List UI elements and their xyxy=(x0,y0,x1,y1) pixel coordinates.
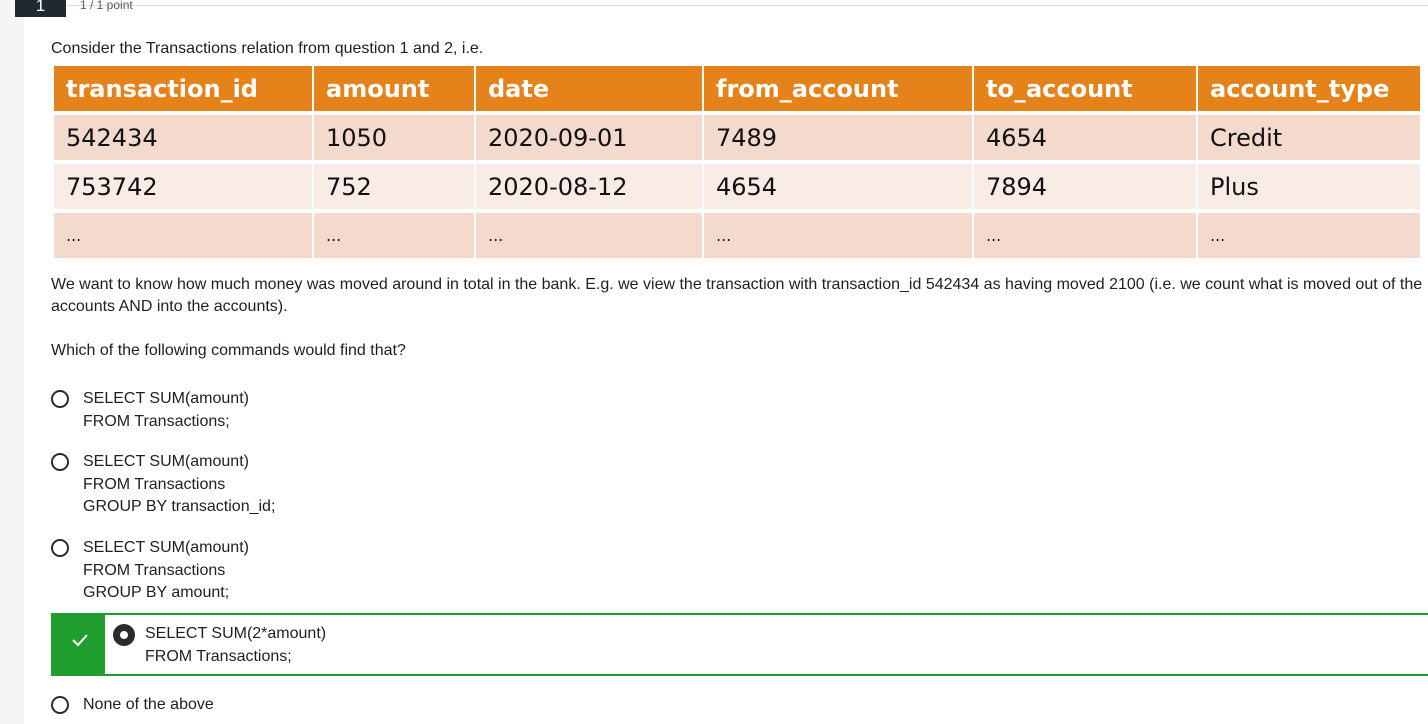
table-cell: ... xyxy=(973,211,1198,262)
table-cell: 2020-08-12 xyxy=(475,162,704,213)
radio-button[interactable] xyxy=(51,696,69,714)
option-line: FROM Transactions; xyxy=(83,412,230,430)
table-header-row: transaction_id amount date from_account … xyxy=(54,66,1422,115)
table-cell: 4654 xyxy=(703,162,974,213)
left-gutter xyxy=(0,0,24,724)
radio-button[interactable] xyxy=(51,453,69,471)
table-cell: Credit xyxy=(1197,113,1422,164)
table-cell: 7489 xyxy=(703,113,974,164)
option-line: SELECT SUM(2*amount) xyxy=(145,625,327,642)
transactions-table: transaction_id amount date from_account … xyxy=(54,66,1422,262)
option-line: SELECT SUM(amount) xyxy=(83,390,249,407)
option-line: SELECT SUM(amount) xyxy=(83,453,249,470)
question-text: Which of the following commands would fi… xyxy=(51,342,406,359)
table-cell: Plus xyxy=(1197,162,1422,213)
column-header-to-account: to_account xyxy=(973,66,1198,115)
option-line: FROM Transactions xyxy=(83,561,226,579)
option-line: None of the above xyxy=(83,696,214,713)
table-cell: 4654 xyxy=(973,113,1198,164)
table-cell: 1050 xyxy=(313,113,476,164)
table-cell: 542434 xyxy=(54,113,314,164)
points-label: 1 / 1 point xyxy=(80,0,133,12)
column-header-date: date xyxy=(475,66,704,115)
table-cell: 7894 xyxy=(973,162,1198,213)
table-row: ... ... ... ... ... ... xyxy=(54,211,1422,262)
option-line: FROM Transactions; xyxy=(145,647,292,665)
option-line: GROUP BY transaction_id; xyxy=(83,498,276,516)
table-cell: 753742 xyxy=(54,162,314,213)
table-cell: ... xyxy=(54,211,314,262)
column-header-account-type: account_type xyxy=(1197,66,1422,115)
answer-option-4-correct[interactable]: SELECT SUM(2*amount) FROM Transactions; xyxy=(51,613,1428,676)
question-number-badge: 1 xyxy=(15,0,66,17)
radio-button-selected[interactable] xyxy=(113,624,135,646)
table-cell: 752 xyxy=(313,162,476,213)
option-line: GROUP BY amount; xyxy=(83,584,230,602)
checkmark-icon xyxy=(72,634,88,647)
column-header-amount: amount xyxy=(313,66,476,115)
table-cell: ... xyxy=(703,211,974,262)
top-divider xyxy=(24,5,1428,6)
question-prompt: Consider the Transactions relation from … xyxy=(51,40,484,57)
table-row: 753742 752 2020-08-12 4654 7894 Plus xyxy=(54,162,1422,213)
table-cell: 2020-09-01 xyxy=(475,113,704,164)
column-header-transaction-id: transaction_id xyxy=(54,66,314,115)
table-row: 542434 1050 2020-09-01 7489 4654 Credit xyxy=(54,113,1422,164)
column-header-from-account: from_account xyxy=(703,66,974,115)
explanation-text: We want to know how much money was moved… xyxy=(51,276,1423,315)
table-cell: ... xyxy=(313,211,476,262)
radio-button[interactable] xyxy=(51,539,69,557)
option-line: SELECT SUM(amount) xyxy=(83,539,249,556)
table-cell: ... xyxy=(475,211,704,262)
table-cell: ... xyxy=(1197,211,1422,262)
correct-indicator xyxy=(53,615,105,674)
option-line: FROM Transactions xyxy=(83,475,226,493)
radio-button[interactable] xyxy=(51,390,69,408)
